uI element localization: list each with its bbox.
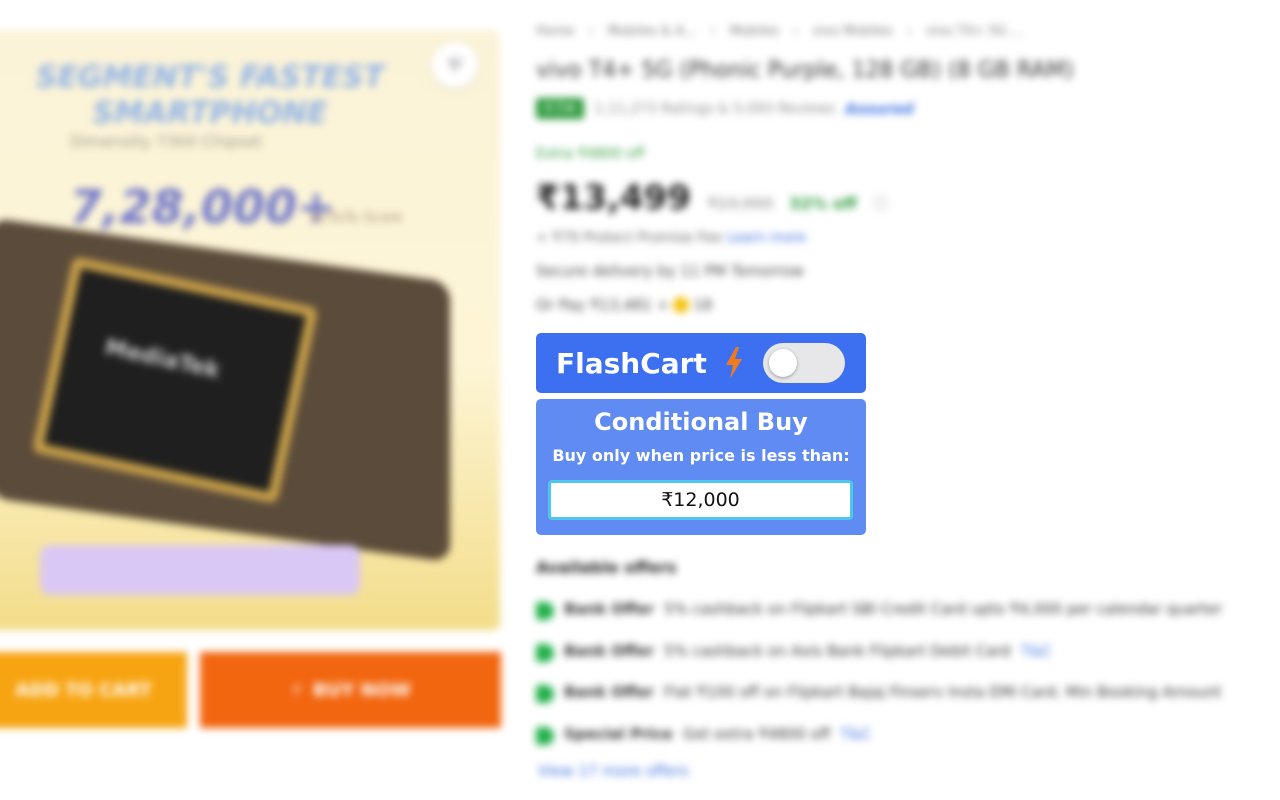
add-to-cart-button[interactable]: ADD TO CART bbox=[0, 652, 187, 728]
offer-text: 5% cashback on Flipkart SBI Credit Card … bbox=[663, 600, 1223, 618]
add-to-cart-label: ADD TO CART bbox=[15, 679, 152, 701]
conditional-buy-title: Conditional Buy bbox=[594, 408, 808, 436]
discount: 32% off bbox=[789, 194, 857, 213]
image-headline: SEGMENT'S FASTEST SMARTPHONE bbox=[35, 60, 385, 131]
assured-badge: Assured bbox=[845, 99, 914, 118]
chevron-right-icon: › bbox=[588, 24, 594, 39]
chevron-right-icon: › bbox=[710, 24, 716, 39]
toggle-knob[interactable] bbox=[768, 349, 797, 377]
image-score-label: AnTuTu Score bbox=[310, 210, 403, 226]
offer-kind: Bank Offer bbox=[564, 683, 654, 701]
tag-icon bbox=[536, 644, 554, 662]
extra-off-label: Extra ₹4800 off bbox=[536, 146, 645, 162]
breadcrumb-item[interactable]: Mobiles & A... bbox=[608, 24, 697, 39]
breadcrumb-item[interactable]: Home bbox=[536, 24, 574, 39]
breadcrumb: Home › Mobiles & A... › Mobiles › vivo Mobi… bbox=[536, 24, 1023, 39]
product-image[interactable]: SEGMENT'S FASTEST SMARTPHONE Dimensity 7… bbox=[0, 30, 500, 630]
supercoin-icon bbox=[673, 297, 690, 313]
rating-count[interactable]: 1,11,273 Ratings & 5,093 Reviews bbox=[594, 101, 835, 117]
offer-text: 5% cashback on Axis Bank Flipkart Debit … bbox=[663, 642, 1011, 660]
buy-now-button[interactable]: ⚡ BUY NOW bbox=[200, 652, 501, 728]
view-more-offers-link[interactable]: View 17 more offers bbox=[538, 762, 689, 780]
tag-icon bbox=[536, 727, 554, 745]
chevron-right-icon: › bbox=[906, 24, 913, 39]
chip-label: MediaTek bbox=[102, 335, 222, 384]
offer-kind: Bank Offer bbox=[564, 642, 654, 660]
wishlist-button[interactable]: ♥ bbox=[432, 42, 478, 88]
max-price-input[interactable] bbox=[548, 480, 853, 520]
mrp: ₹19,999 bbox=[706, 194, 774, 213]
breadcrumb-item[interactable]: vivo Mobiles bbox=[812, 24, 893, 39]
terms-link[interactable]: T&C bbox=[1021, 642, 1052, 662]
image-score: 7,28,000+ bbox=[70, 180, 336, 234]
offer-text: Flat ₹100 off on Flipkart Bajaj Finserv … bbox=[663, 683, 1222, 701]
conditional-buy-panel: Conditional Buy Buy only when price is l… bbox=[536, 399, 866, 535]
bolt-icon bbox=[725, 347, 742, 379]
offer-item: Bank Offer Flat ₹100 off on Flipkart Baj… bbox=[536, 683, 1221, 703]
or-pay: Or Pay ₹13,481 + 18 bbox=[536, 296, 712, 314]
chevron-right-icon: › bbox=[793, 24, 799, 39]
price-row: ₹13,499 ₹19,999 32% off ⓘ bbox=[536, 178, 889, 218]
offers-title: Available offers bbox=[536, 558, 677, 577]
breadcrumb-item[interactable]: vivo T4+ 5G ... bbox=[926, 24, 1023, 39]
lightning-icon: ⚡ bbox=[290, 679, 303, 701]
breadcrumb-item[interactable]: Mobiles bbox=[730, 24, 779, 39]
product-title: vivo T4+ 5G (Phonic Purple, 128 GB) (8 G… bbox=[536, 58, 1074, 83]
flashcart-label: FlashCart bbox=[556, 346, 707, 380]
protect-fee: + ₹79 Protect Promise Fee Learn more bbox=[536, 230, 806, 246]
offer-item: Special Price Get extra ₹4800 off T&C bbox=[536, 725, 872, 745]
flashcart-toggle[interactable] bbox=[762, 343, 845, 383]
offer-item: Bank Offer 5% cashback on Axis Bank Flip… bbox=[536, 642, 1052, 662]
terms-link[interactable]: T&C bbox=[840, 725, 871, 745]
heart-icon: ♥ bbox=[446, 53, 464, 77]
image-subtitle: Dimensity 7300 Chipset bbox=[70, 132, 263, 151]
or-pay-text: Or Pay ₹13,481 + bbox=[536, 296, 670, 314]
protect-fee-text: + ₹79 Protect Promise Fee bbox=[536, 230, 722, 246]
info-icon[interactable]: ⓘ bbox=[873, 190, 889, 214]
offer-kind: Bank Offer bbox=[564, 600, 654, 618]
rating-row: 4.5★ 1,11,273 Ratings & 5,093 Reviews As… bbox=[536, 98, 914, 119]
feature-pill bbox=[40, 545, 360, 595]
coin-count: 18 bbox=[693, 296, 713, 314]
learn-more-link[interactable]: Learn more bbox=[726, 230, 806, 246]
delivery-info: Secure delivery by 11 PM Tomorrow bbox=[536, 262, 804, 280]
offer-item: Bank Offer 5% cashback on Flipkart SBI C… bbox=[536, 600, 1222, 620]
conditional-buy-subtitle: Buy only when price is less than: bbox=[552, 446, 850, 465]
offer-text: Get extra ₹4800 off bbox=[682, 725, 831, 743]
offer-kind: Special Price bbox=[564, 725, 673, 743]
rating-badge: 4.5★ bbox=[536, 98, 585, 119]
tag-icon bbox=[536, 602, 554, 620]
price: ₹13,499 bbox=[536, 178, 691, 218]
flashcart-bar: FlashCart bbox=[536, 333, 866, 393]
tag-icon bbox=[536, 685, 554, 703]
buy-now-label: BUY NOW bbox=[312, 679, 411, 701]
